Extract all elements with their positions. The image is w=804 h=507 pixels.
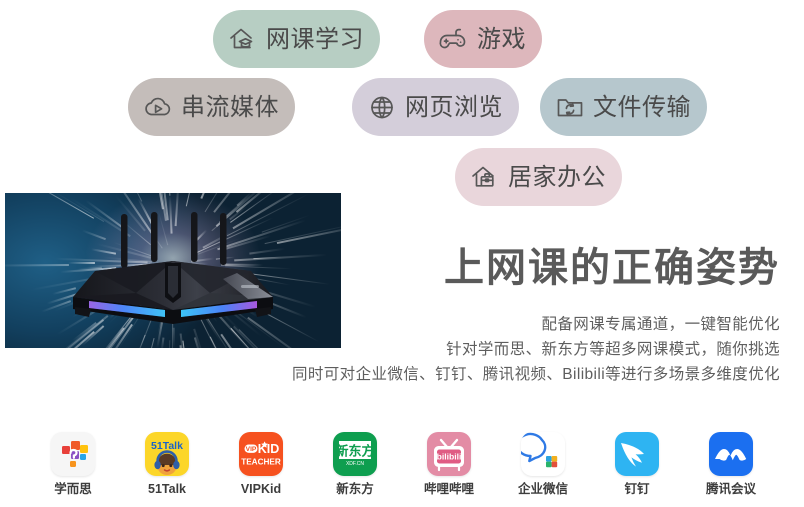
partner-name: 钉钉	[624, 482, 650, 496]
globe-icon	[365, 90, 399, 124]
usage-scenario-tag-cloud: 网课学习 游戏 串流媒体 网页浏览 文件传输 居家办公	[0, 0, 804, 215]
tag-label: 居家办公	[508, 164, 606, 191]
partner-name: 腾讯会议	[705, 482, 756, 496]
subline-3: 同时可对企业微信、钉钉、腾讯视频、Bilibili等进行多场景多维度优化	[291, 366, 780, 384]
svg-text:bilibili: bilibili	[437, 452, 462, 462]
partner-vipkid[interactable]: VIP KID TEACHER VIPKid	[228, 432, 294, 496]
tag-label: 文件传输	[593, 94, 691, 121]
tencent-meeting-logo	[709, 432, 753, 476]
partner-xindongfang[interactable]: 新东方 XDF.CN 新东方	[322, 432, 388, 496]
subline-1: 配备网课专属通道，一键智能优化	[541, 316, 780, 333]
vipkid-logo: VIP KID TEACHER	[239, 432, 283, 476]
partner-name: 新东方	[336, 482, 374, 496]
svg-text:新东方: 新东方	[335, 444, 374, 460]
subline-2: 针对学而思、新东方等超多网课模式，随你挑选	[446, 341, 780, 359]
partner-bilibili[interactable]: bilibili 哔哩哔哩	[416, 432, 482, 496]
partner-name: 哔哩哔哩	[423, 482, 474, 496]
tag-label: 游戏	[477, 26, 526, 53]
tag-label: 串流媒体	[181, 94, 279, 121]
svg-text:XDF.CN: XDF.CN	[346, 461, 364, 467]
partner-51talk[interactable]: 51Talk 51Talk	[134, 432, 200, 496]
hero-copy-block: 上网课的正确姿势 配备网课专属通道，一键智能优化 针对学而思、新东方等超多网课模…	[260, 246, 780, 387]
tag-label: 网课学习	[266, 26, 364, 53]
partner-name: 51Talk	[148, 482, 186, 496]
partner-name: 企业微信	[517, 482, 568, 496]
house-briefcase-icon	[468, 160, 502, 194]
partner-wecom[interactable]: 企业微信	[510, 432, 576, 496]
partner-name: 学而思	[54, 482, 92, 496]
supported-app-logo-row: 学而思 51Talk 51Talk VIP KID TEACHER VIPKid…	[0, 432, 804, 502]
tag-online-class[interactable]: 网课学习	[213, 10, 380, 68]
cloud-play-icon	[141, 90, 175, 124]
partner-xueersi[interactable]: 学而思	[40, 432, 106, 496]
dingtalk-logo	[615, 432, 659, 476]
tag-streaming-media[interactable]: 串流媒体	[128, 78, 295, 136]
tag-web-browsing[interactable]: 网页浏览	[352, 78, 519, 136]
house-graduation-cap-icon	[226, 22, 260, 56]
tag-file-transfer[interactable]: 文件传输	[540, 78, 707, 136]
partner-dingtalk[interactable]: 钉钉	[604, 432, 670, 496]
partner-tencent-meeting[interactable]: 腾讯会议	[698, 432, 764, 496]
gamepad-icon	[437, 22, 471, 56]
xindongfang-logo: 新东方 XDF.CN	[333, 432, 377, 476]
partner-name: VIPKid	[240, 482, 282, 496]
svg-text:VIP: VIP	[246, 446, 257, 453]
tag-work-from-home[interactable]: 居家办公	[455, 148, 622, 206]
tag-gaming[interactable]: 游戏	[424, 10, 542, 68]
wecom-logo	[521, 432, 565, 476]
bilibili-logo: bilibili	[427, 432, 471, 476]
51talk-logo: 51Talk	[145, 432, 189, 476]
xueersi-logo	[51, 432, 95, 476]
svg-text:TEACHER: TEACHER	[241, 458, 281, 467]
page-title: 上网课的正确姿势	[444, 246, 780, 290]
tag-label: 网页浏览	[405, 94, 503, 121]
svg-text:51Talk: 51Talk	[151, 440, 183, 452]
svg-text:KID: KID	[258, 442, 280, 456]
folder-sync-icon	[553, 90, 587, 124]
